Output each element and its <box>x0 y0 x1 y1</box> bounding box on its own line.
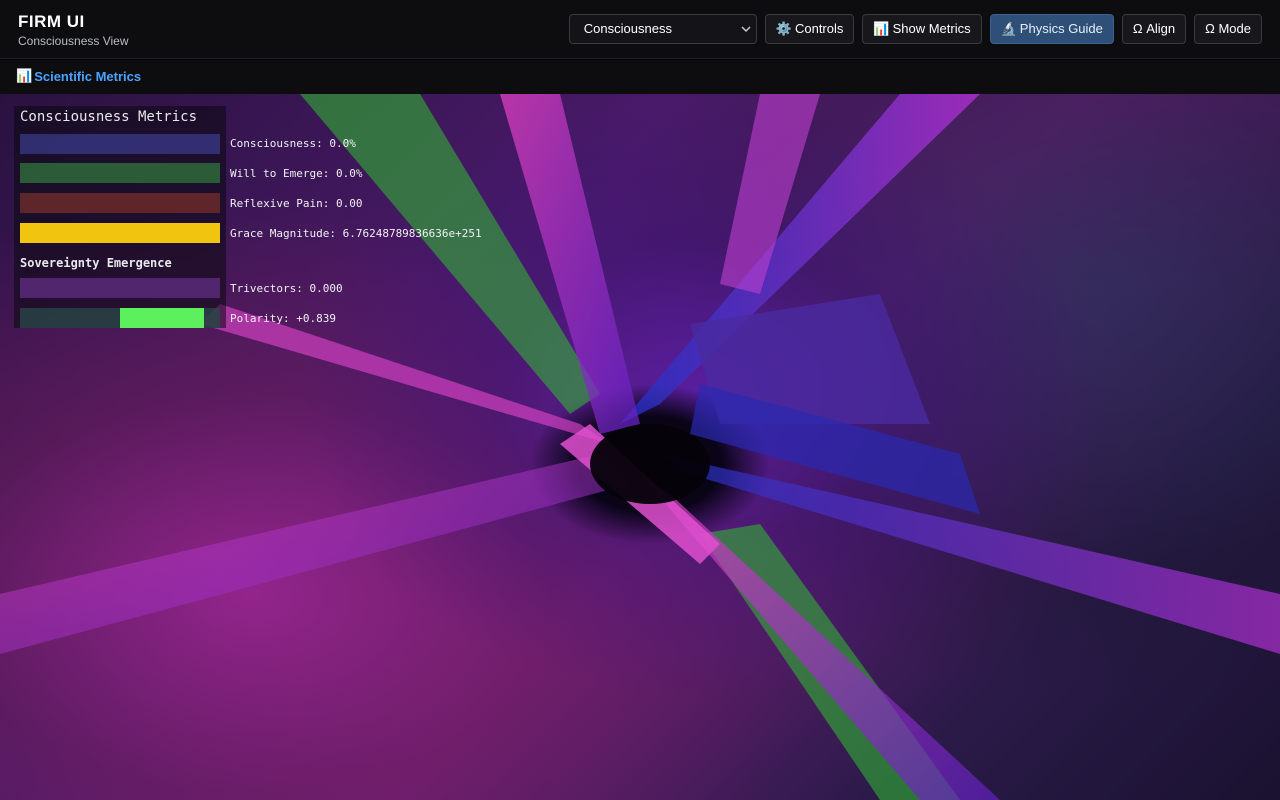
align-button-label: Ω Align <box>1132 21 1176 36</box>
physics-guide-button[interactable]: 🔬 Physics Guide <box>989 14 1114 44</box>
show-metrics-button-label: Show Metrics <box>892 21 971 36</box>
trivectors-bar-track <box>20 278 220 298</box>
consciousness-bar <box>20 134 220 154</box>
grace-magnitude-bar <box>20 223 220 243</box>
ribbon <box>0 454 630 654</box>
chevron-down-icon <box>740 15 752 54</box>
polarity-label: Polarity: +0.839 <box>230 312 336 325</box>
brand: FIRM UI Consciousness View <box>18 12 129 49</box>
consciousness-bar-track <box>20 134 220 154</box>
app-title: FIRM UI <box>18 12 85 31</box>
will-to-emerge-bar-track <box>20 163 220 183</box>
polarity-bar-fill <box>120 308 204 328</box>
bar-chart-icon: 📊 <box>16 68 33 83</box>
trivectors-bar <box>20 278 220 298</box>
dark-core <box>590 424 710 504</box>
controls-button-label: Controls <box>794 21 844 36</box>
mode-button[interactable]: Ω Mode <box>1194 14 1262 44</box>
reflexive-pain-label: Reflexive Pain: 0.00 <box>230 197 363 210</box>
will-to-emerge-bar <box>20 163 220 183</box>
reflexive-pain-bar <box>20 193 220 213</box>
grace-magnitude-bar-fill <box>20 223 220 243</box>
header-controls: Consciousness ⚙️ Controls 📊 Show Metrics… <box>568 14 1262 44</box>
mode-select[interactable]: Consciousness <box>568 14 757 44</box>
grace-magnitude-label: Grace Magnitude: 6.76248789836636e+251 <box>230 227 482 240</box>
controls-button[interactable]: ⚙️ Controls <box>764 14 855 44</box>
mode-button-label: Ω Mode <box>1205 21 1251 36</box>
reflexive-pain-bar-track <box>20 193 220 213</box>
will-to-emerge-label: Will to Emerge: 0.0% <box>230 167 363 180</box>
polarity-bar <box>20 308 220 328</box>
scientific-metrics-link[interactable]: 📊 Scientific Metrics <box>16 68 141 84</box>
trivectors-label: Trivectors: 0.000 <box>230 282 343 295</box>
gear-icon: ⚙️ <box>775 21 792 36</box>
scientific-metrics-label: Scientific Metrics <box>34 68 142 84</box>
bar-chart-icon: 📊 <box>873 21 890 36</box>
physics-guide-button-label: Physics Guide <box>1019 21 1103 36</box>
sub-bar: 📊 Scientific Metrics <box>0 60 1280 94</box>
microscope-icon: 🔬 <box>1000 21 1017 36</box>
sovereignty-emergence-title: Sovereignty Emergence <box>20 256 172 270</box>
show-metrics-button[interactable]: 📊 Show Metrics <box>862 14 982 44</box>
view-subtitle: Consciousness View <box>18 34 129 48</box>
consciousness-metrics-title: Consciousness Metrics <box>20 109 198 125</box>
consciousness-label: Consciousness: 0.0% <box>230 137 356 150</box>
align-button[interactable]: Ω Align <box>1121 14 1187 44</box>
top-bar: FIRM UI Consciousness View Consciousness… <box>0 0 1280 59</box>
mode-select-value: Consciousness <box>583 21 672 36</box>
